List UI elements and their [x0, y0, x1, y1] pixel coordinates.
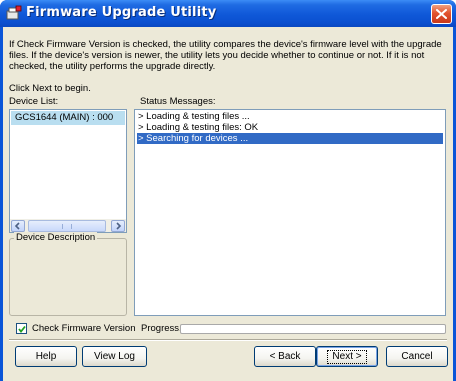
description-text: If Check Firmware Version is checked, th…: [9, 39, 442, 72]
scroll-right-button[interactable]: [111, 220, 125, 232]
check-firmware-label[interactable]: Check Firmware Version: [32, 323, 135, 334]
close-icon: [436, 9, 447, 19]
scroll-thumb[interactable]: [28, 220, 106, 232]
status-line-selected: > Searching for devices ...: [137, 133, 443, 144]
view-log-button[interactable]: View Log: [82, 346, 147, 367]
check-firmware-checkbox[interactable]: [16, 323, 27, 334]
device-list-scrollbar[interactable]: [9, 219, 127, 233]
status-line: > Loading & testing files: OK: [138, 122, 259, 133]
progress-bar: [180, 324, 446, 334]
arrow-left-icon: [14, 222, 20, 230]
instruction-text: Click Next to begin.: [9, 83, 91, 94]
cancel-button-label: Cancel: [401, 351, 433, 362]
title-bar[interactable]: Firmware Upgrade Utility: [0, 0, 456, 27]
dialog-body: If Check Firmware Version is checked, th…: [3, 27, 453, 381]
device-description-label: Device Description: [14, 232, 98, 243]
next-button-label: Next >: [327, 350, 367, 364]
device-list-item[interactable]: GCS1644 (MAIN) : 000: [11, 111, 125, 125]
window-title: Firmware Upgrade Utility: [26, 5, 217, 20]
status-messages-box[interactable]: > Loading & testing files ... > Loading …: [134, 109, 446, 316]
cancel-button[interactable]: Cancel: [386, 346, 448, 367]
device-list[interactable]: GCS1644 (MAIN) : 000: [9, 109, 127, 227]
checkmark-icon: [18, 325, 26, 333]
arrow-right-icon: [116, 222, 122, 230]
device-description-group: Device Description: [9, 232, 127, 316]
help-button[interactable]: Help: [15, 346, 77, 367]
scroll-left-button[interactable]: [11, 220, 25, 232]
next-button[interactable]: Next >: [316, 346, 378, 367]
status-messages-label: Status Messages:: [140, 96, 216, 107]
scroll-grip: [62, 224, 72, 229]
app-icon: [6, 5, 22, 21]
back-button-label: < Back: [269, 351, 301, 362]
close-button[interactable]: [431, 4, 452, 24]
back-button[interactable]: < Back: [254, 346, 316, 367]
device-list-label: Device List:: [9, 96, 59, 107]
view-log-button-label: View Log: [94, 351, 135, 362]
firmware-upgrade-window: Firmware Upgrade Utility If Check Firmwa…: [0, 0, 456, 381]
button-divider: [9, 339, 447, 341]
status-line: > Loading & testing files ...: [138, 111, 250, 122]
help-button-label: Help: [35, 351, 57, 362]
